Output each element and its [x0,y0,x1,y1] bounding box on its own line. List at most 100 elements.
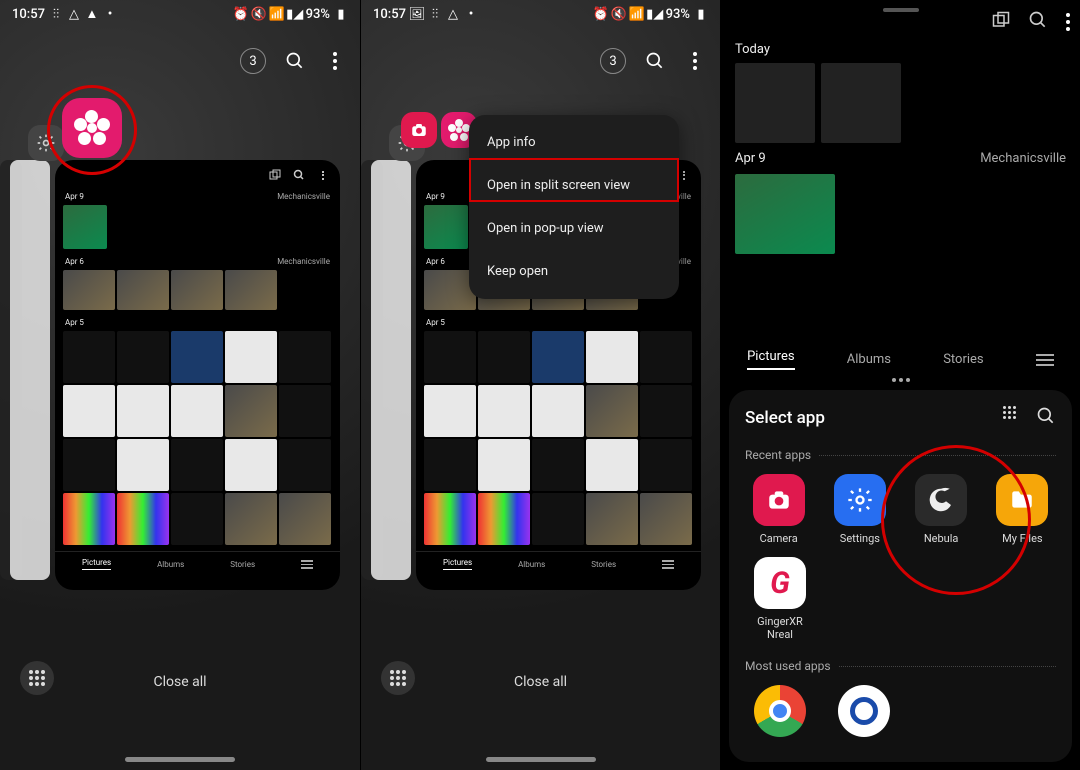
photo-thumb[interactable] [478,331,530,383]
recents-peek[interactable] [10,160,50,580]
search-icon[interactable] [292,168,306,182]
menu-item-app-info[interactable]: App info [469,121,679,164]
app-chrome[interactable] [745,685,815,743]
photo-thumb[interactable] [640,493,692,545]
photo-thumb[interactable] [279,385,331,437]
app-my-files[interactable]: My Files [989,474,1056,545]
tab-stories[interactable]: Stories [230,560,255,569]
photo-thumb[interactable] [225,493,277,545]
gallery-app-icon[interactable] [62,98,122,158]
search-icon[interactable] [284,50,306,72]
recent-app-preview-gallery[interactable]: Apr 9Mechanicsville Apr 6Mechanicsville … [55,160,340,590]
more-options-icon[interactable] [324,50,346,72]
photo-thumb[interactable] [63,205,107,249]
photo-thumb[interactable] [532,493,584,545]
photo-thumb[interactable] [821,63,901,143]
search-icon[interactable] [1028,10,1048,34]
menu-item-split-screen[interactable]: Open in split screen view [469,164,679,207]
close-all-button[interactable]: Close all [361,674,720,690]
tab-albums[interactable]: Albums [847,352,891,367]
tab-albums[interactable]: Albums [518,560,545,569]
split-divider-handle[interactable] [892,378,910,382]
search-icon[interactable] [1036,406,1056,430]
photo-thumb[interactable] [586,493,638,545]
tab-pictures[interactable]: Pictures [82,558,111,570]
photo-thumb[interactable] [735,174,835,254]
photo-thumb[interactable] [63,493,115,545]
photo-thumb[interactable] [424,385,476,437]
photo-thumb[interactable] [171,439,223,491]
photo-thumb[interactable] [586,385,638,437]
photo-thumb[interactable] [63,270,115,310]
photo-thumb[interactable] [171,270,223,310]
photo-thumb[interactable] [532,331,584,383]
photo-thumb[interactable] [225,270,277,310]
tab-stories[interactable]: Stories [591,560,616,569]
photo-thumb[interactable] [63,385,115,437]
app-camera[interactable]: Camera [745,474,812,545]
photo-thumb[interactable] [117,385,169,437]
app-gingerxr[interactable]: G GingerXR Nreal [745,557,815,641]
photo-thumb[interactable] [171,493,223,545]
photo-thumb[interactable] [640,331,692,383]
home-gesture-bar[interactable] [486,757,596,762]
tab-albums[interactable]: Albums [157,560,184,569]
photo-thumb[interactable] [225,331,277,383]
more-options-icon[interactable] [677,168,691,182]
drag-handle[interactable] [883,8,919,12]
photo-thumb[interactable] [279,439,331,491]
photo-thumb[interactable] [424,439,476,491]
tab-pictures[interactable]: Pictures [747,349,794,370]
search-icon[interactable] [644,50,666,72]
tab-pictures[interactable]: Pictures [443,558,472,570]
close-all-button[interactable]: Close all [0,674,360,690]
app-unknown[interactable] [829,685,899,743]
photo-thumb[interactable] [424,493,476,545]
photo-thumb[interactable] [117,439,169,491]
photo-thumb[interactable] [478,439,530,491]
photo-thumb[interactable] [532,385,584,437]
more-options-icon[interactable] [316,168,330,182]
recents-peek[interactable] [371,160,411,580]
photo-thumb[interactable] [225,439,277,491]
menu-icon[interactable] [1036,351,1054,369]
more-options-icon[interactable] [684,50,706,72]
camera-app-icon[interactable] [401,112,437,148]
photo-thumb[interactable] [478,493,530,545]
photo-thumb[interactable] [63,439,115,491]
photo-thumb[interactable] [171,331,223,383]
photo-thumb[interactable] [225,385,277,437]
photo-thumb[interactable] [424,331,476,383]
menu-icon[interactable] [301,558,313,571]
photo-thumb[interactable] [117,493,169,545]
open-app-count[interactable]: 3 [240,48,266,74]
multi-window-icon[interactable] [268,168,282,182]
home-gesture-bar[interactable] [125,757,235,762]
photo-thumb[interactable] [586,439,638,491]
photo-thumb[interactable] [279,331,331,383]
signal-icon: ▮◢ [648,7,662,21]
photo-thumb[interactable] [117,331,169,383]
app-nebula[interactable]: Nebula [908,474,975,545]
photo-thumb[interactable] [640,439,692,491]
photo-thumb[interactable] [117,270,169,310]
photo-thumb[interactable] [171,385,223,437]
photo-thumb[interactable] [279,493,331,545]
grid-toggle-icon[interactable] [1003,406,1016,430]
photo-thumb[interactable] [478,385,530,437]
menu-item-popup[interactable]: Open in pop-up view [469,207,679,250]
photo-thumb[interactable] [424,205,468,249]
photo-thumb[interactable] [63,331,115,383]
more-options-icon[interactable] [1066,13,1070,31]
recents-peek-settings-icon[interactable] [28,125,64,161]
tab-stories[interactable]: Stories [943,352,983,367]
app-settings[interactable]: Settings [826,474,893,545]
photo-thumb[interactable] [735,63,815,143]
photo-thumb[interactable] [532,439,584,491]
photo-thumb[interactable] [640,385,692,437]
open-app-count[interactable]: 3 [600,48,626,74]
menu-item-keep-open[interactable]: Keep open [469,250,679,293]
menu-icon[interactable] [662,558,674,571]
multi-window-icon[interactable] [992,11,1010,33]
photo-thumb[interactable] [586,331,638,383]
